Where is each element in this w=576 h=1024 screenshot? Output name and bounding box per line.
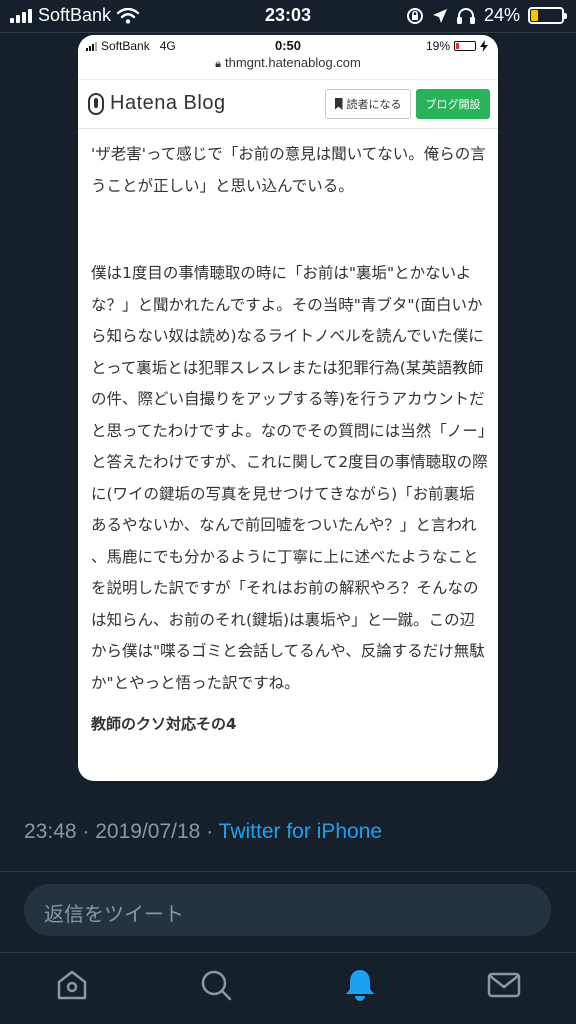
status-right: 24% bbox=[406, 5, 567, 26]
attached-image[interactable]: SoftBank 4G 0:50 19% 🔒︎ thmgnt.hatenablog… bbox=[78, 35, 498, 781]
headphones-icon bbox=[456, 7, 475, 24]
divider bbox=[0, 871, 576, 872]
article-heading: 教師のクソ対応その4 bbox=[91, 715, 237, 733]
divider bbox=[0, 952, 576, 953]
status-bar: SoftBank 23:03 24% bbox=[0, 0, 576, 32]
tweet-time: 23:48 bbox=[24, 820, 77, 843]
tab-bar bbox=[0, 955, 576, 1024]
subscribe-button: 読者になる bbox=[325, 89, 411, 119]
rotation-lock-icon bbox=[406, 7, 423, 24]
mail-icon bbox=[487, 972, 521, 998]
charging-icon bbox=[480, 40, 488, 52]
logo-text: Hatena Blog bbox=[110, 92, 226, 114]
tab-messages[interactable] bbox=[486, 967, 522, 1003]
meta-separator: · bbox=[206, 820, 214, 843]
home-icon bbox=[57, 970, 87, 1000]
tweet-date: 2019/07/18 bbox=[95, 820, 201, 843]
tweet-source-link[interactable]: Twitter for iPhone bbox=[219, 820, 382, 843]
inner-status-bar: SoftBank 4G 0:50 19% bbox=[78, 35, 498, 57]
url-text: thmgnt.hatenablog.com bbox=[224, 55, 361, 70]
lock-icon: 🔒︎ bbox=[215, 58, 221, 70]
battery-icon bbox=[528, 7, 567, 24]
subscribe-label: 読者になる bbox=[346, 98, 402, 111]
open-blog-button: ブログ開設 bbox=[416, 89, 490, 119]
top-divider bbox=[0, 32, 576, 33]
location-icon bbox=[432, 8, 447, 23]
inner-battery-percent: 19% bbox=[425, 39, 450, 53]
reply-input[interactable]: 返信をツイート bbox=[24, 884, 551, 936]
inner-battery-icon bbox=[454, 41, 476, 51]
bookmark-icon bbox=[334, 98, 343, 110]
meta-separator: · bbox=[82, 820, 90, 843]
battery-percent: 24% bbox=[483, 5, 520, 25]
bell-icon bbox=[346, 970, 374, 1001]
search-icon bbox=[201, 970, 232, 1001]
blog-header: Hatena Blog 読者になる ブログ開設 bbox=[78, 79, 498, 129]
article-paragraph: 僕は1度目の事情聴取の時に「お前は"裏垢"とかないよな？」と聞かれたんですよ。そ… bbox=[91, 264, 488, 692]
hatena-logo-icon bbox=[88, 92, 104, 115]
tab-search[interactable] bbox=[198, 967, 234, 1003]
tweet-meta: 23:48 · 2019/07/18 · Twitter for iPhone bbox=[24, 820, 382, 844]
url-bar: 🔒︎ thmgnt.hatenablog.com bbox=[78, 55, 498, 71]
hatena-logo: Hatena Blog bbox=[88, 92, 226, 115]
tab-notifications[interactable] bbox=[342, 967, 378, 1003]
article-paragraph: 'ザ老害'って感じで「お前の意見は聞いてない。俺らの言うことが正しい」と思い込ん… bbox=[91, 145, 486, 195]
tab-home[interactable] bbox=[54, 967, 90, 1003]
